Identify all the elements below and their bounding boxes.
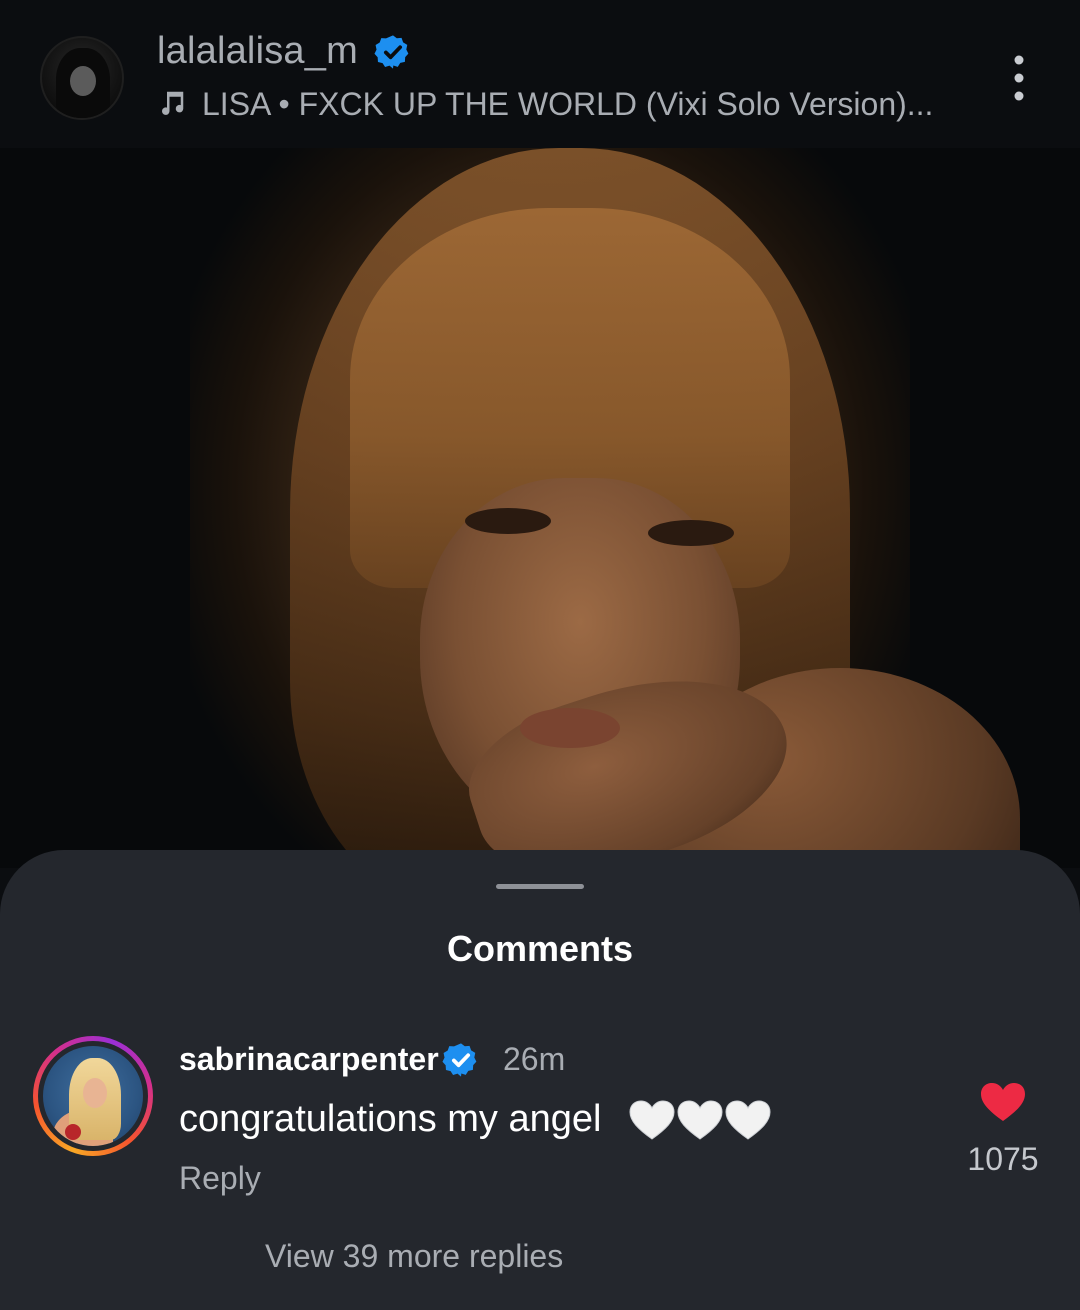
comment-text: congratulations my angel: [179, 1098, 602, 1140]
music-note-icon: [162, 91, 184, 115]
like-count: 1075: [967, 1141, 1039, 1177]
view-more-replies-button[interactable]: View 39 more replies: [265, 1238, 563, 1275]
comment-timestamp: 26m: [503, 1041, 566, 1077]
more-vertical-icon[interactable]: [1004, 52, 1034, 104]
commenter-avatar[interactable]: [33, 1036, 153, 1156]
comments-sheet: Comments sabrinacarpenter 26m congratula…: [0, 850, 1080, 1310]
post-username[interactable]: lalalalisa_m: [157, 30, 358, 73]
sheet-title: Comments: [446, 928, 634, 969]
avatar-face: [83, 1078, 107, 1108]
commenter-avatar-image: [43, 1046, 143, 1146]
post-header: lalalalisa_m LISA • FXCK UP THE WORLD (V…: [0, 0, 1080, 150]
post-author-avatar[interactable]: [40, 36, 124, 120]
commenter-username[interactable]: sabrinacarpenter: [179, 1041, 439, 1078]
avatar-face: [70, 66, 96, 96]
photo-eye-right: [648, 520, 734, 546]
reply-button[interactable]: Reply: [179, 1160, 261, 1197]
white-heart-emoji-icon: 🤍🤍🤍: [629, 1100, 771, 1140]
photo-eye-left: [465, 508, 551, 534]
verified-icon: [374, 35, 409, 69]
verified-icon: [442, 1043, 477, 1077]
photo-lips: [520, 708, 620, 748]
avatar-heart: [65, 1124, 81, 1140]
heart-like-icon[interactable]: [980, 1082, 1026, 1122]
sheet-drag-handle[interactable]: [496, 884, 584, 889]
music-label[interactable]: LISA • FXCK UP THE WORLD (Vixi Solo Vers…: [202, 86, 933, 123]
post-photo[interactable]: [0, 148, 1080, 868]
